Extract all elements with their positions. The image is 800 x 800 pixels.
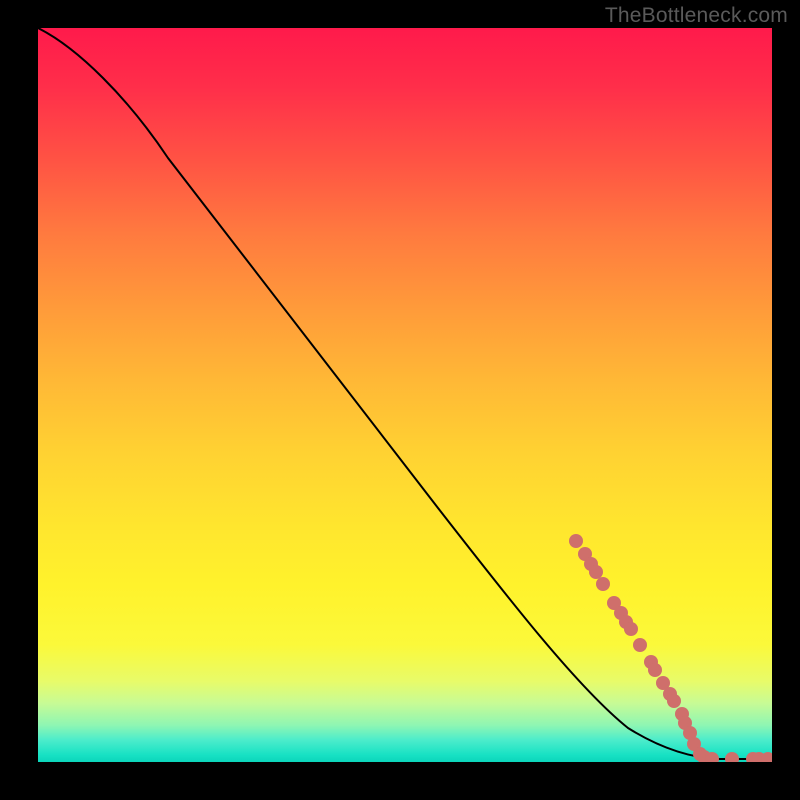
chart-curve bbox=[38, 28, 772, 759]
chart-plot-area bbox=[38, 28, 772, 762]
chart-svg bbox=[38, 28, 772, 762]
chart-marker bbox=[667, 694, 681, 708]
watermark-text: TheBottleneck.com bbox=[605, 4, 788, 28]
chart-marker bbox=[596, 577, 610, 591]
chart-markers-group bbox=[569, 534, 772, 762]
chart-marker bbox=[648, 663, 662, 677]
chart-marker bbox=[569, 534, 583, 548]
chart-marker bbox=[725, 752, 739, 762]
chart-marker bbox=[624, 622, 638, 636]
chart-marker bbox=[589, 565, 603, 579]
chart-marker bbox=[633, 638, 647, 652]
